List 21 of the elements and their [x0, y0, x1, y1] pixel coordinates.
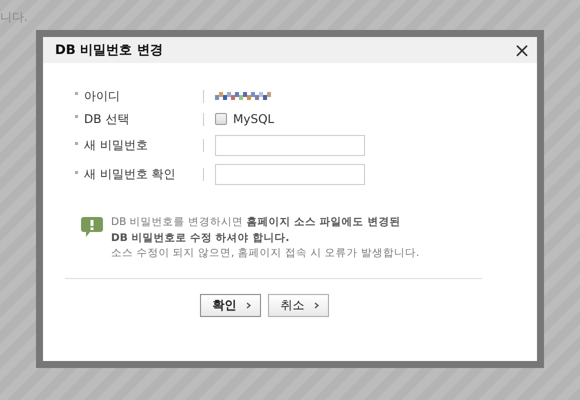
bullet-icon	[75, 170, 78, 174]
cancel-button[interactable]: 취소	[268, 294, 328, 316]
field-label: DB 선택	[84, 110, 130, 128]
password-field[interactable]	[215, 164, 365, 185]
close-button[interactable]: ×	[511, 40, 533, 60]
checkbox[interactable]	[215, 113, 227, 125]
exclamation-bubble-icon	[80, 216, 104, 238]
checkbox-label[interactable]: MySQL	[233, 112, 274, 126]
chevron-icon	[246, 302, 250, 308]
bullet-icon	[75, 142, 78, 144]
password-field[interactable]	[215, 135, 365, 156]
bullet-icon	[75, 115, 78, 118]
field-label: 새 비밀번호 확인	[84, 166, 177, 183]
bullet-icon	[75, 92, 78, 95]
confirm-button[interactable]: 확인	[200, 294, 260, 316]
pixelated-value	[215, 91, 271, 101]
field-label: 새 비밀번호	[84, 137, 149, 154]
dialog-title: DB 비밀번호 변경	[55, 42, 163, 59]
chevron-icon	[314, 302, 318, 308]
notice-text: DB 비밀번호를 변경하시면 홈페이지 소스 파일에도 변경된 DB 비밀번호로 수정 하셔야 합니다. 소스 수정이 되지 않으면, 홈페이지 접속 시 오류가 발생합니다.	[111, 215, 420, 261]
field-label: 아이디	[84, 88, 121, 104]
